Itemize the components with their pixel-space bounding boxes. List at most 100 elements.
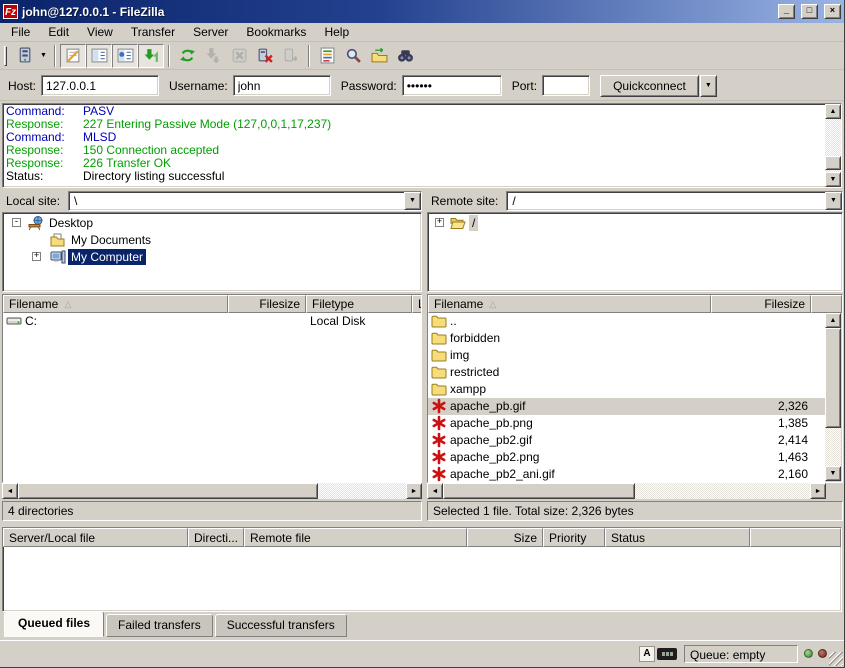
remote-site-value[interactable]: / <box>507 192 825 210</box>
local-site-value[interactable]: \ <box>69 192 404 210</box>
site-manager-button[interactable] <box>11 44 37 68</box>
column-direction[interactable]: Directi... <box>188 528 244 547</box>
remote-file-row[interactable]: img <box>428 347 825 364</box>
queue-body[interactable] <box>4 547 840 610</box>
title-bar[interactable]: Fz john@127.0.0.1 - FileZilla _ □ × <box>0 0 844 23</box>
combo-dropdown-icon[interactable]: ▼ <box>404 192 421 210</box>
tree-item-desktop[interactable]: - Desktop <box>3 215 421 232</box>
tree-item-label[interactable]: / <box>469 215 478 231</box>
menu-view[interactable]: View <box>78 23 122 41</box>
remote-file-row[interactable]: apache_pb.png 1,385 <box>428 415 825 432</box>
combo-dropdown-icon[interactable]: ▼ <box>825 192 842 210</box>
menu-edit[interactable]: Edit <box>39 23 78 41</box>
message-log[interactable]: Command:PASV Response:227 Entering Passi… <box>2 103 842 188</box>
remote-file-row[interactable]: apache_pb2.png 1,463 <box>428 449 825 466</box>
process-queue-button[interactable] <box>200 44 226 68</box>
collapse-icon[interactable]: - <box>12 218 21 227</box>
tab-failed-transfers[interactable]: Failed transfers <box>106 614 213 637</box>
transfer-queue[interactable]: Server/Local file Directi... Remote file… <box>2 527 842 612</box>
remote-h-scrollbar[interactable]: ◄ ► <box>427 483 826 499</box>
local-tree[interactable]: - Desktop My Documents + My Computer <box>2 212 422 292</box>
column-status[interactable]: Status <box>605 528 750 547</box>
column-filename[interactable]: Filename△ <box>3 295 228 313</box>
close-button[interactable]: × <box>824 4 841 19</box>
expand-icon[interactable]: + <box>435 218 444 227</box>
column-filesize[interactable]: Filesize <box>228 295 306 313</box>
minimize-button[interactable]: _ <box>778 4 795 19</box>
resize-grip[interactable] <box>829 652 843 666</box>
remote-file-row-selected[interactable]: apache_pb.gif 2,326 <box>428 398 825 415</box>
local-site-combo[interactable]: \ ▼ <box>68 191 422 211</box>
username-input[interactable] <box>233 75 331 96</box>
tree-item-label[interactable]: My Computer <box>68 249 146 265</box>
scroll-left-button[interactable]: ◄ <box>2 483 18 499</box>
tree-item-label[interactable]: Desktop <box>46 215 96 231</box>
scroll-left-button[interactable]: ◄ <box>427 483 443 499</box>
expand-icon[interactable]: + <box>32 252 41 261</box>
scroll-down-button[interactable]: ▼ <box>825 466 841 481</box>
column-server-local-file[interactable]: Server/Local file <box>3 528 188 547</box>
port-input[interactable] <box>542 75 590 96</box>
scroll-thumb[interactable] <box>825 156 841 170</box>
remote-file-row[interactable]: apache_pb2_ani.gif 2,160 <box>428 466 825 483</box>
password-input[interactable] <box>402 75 502 96</box>
local-list-body[interactable]: C: Local Disk <box>3 313 421 482</box>
datatype-icon[interactable]: A <box>639 646 655 662</box>
remote-site-combo[interactable]: / ▼ <box>506 191 843 211</box>
remote-file-row[interactable]: forbidden <box>428 330 825 347</box>
scroll-down-button[interactable]: ▼ <box>825 172 841 187</box>
reconnect-button[interactable] <box>278 44 304 68</box>
tree-item-my-documents[interactable]: My Documents <box>3 232 421 249</box>
column-filename[interactable]: Filename△ <box>428 295 711 313</box>
local-h-scrollbar[interactable]: ◄ ► <box>2 483 422 499</box>
column-filesize[interactable]: Filesize <box>711 295 811 313</box>
remote-file-row[interactable]: restricted <box>428 364 825 381</box>
maximize-button[interactable]: □ <box>801 4 818 19</box>
remote-file-row[interactable]: xampp <box>428 381 825 398</box>
refresh-button[interactable] <box>174 44 200 68</box>
tab-successful-transfers[interactable]: Successful transfers <box>215 614 347 637</box>
directory-comparison-button[interactable] <box>366 44 392 68</box>
host-input[interactable] <box>41 75 159 96</box>
site-manager-dropdown[interactable]: ▼ <box>37 44 50 68</box>
scroll-up-button[interactable]: ▲ <box>825 313 841 328</box>
toggle-remote-tree-button[interactable] <box>112 44 138 68</box>
scroll-right-button[interactable]: ► <box>810 483 826 499</box>
scroll-right-button[interactable]: ► <box>406 483 422 499</box>
remote-file-row[interactable]: .. <box>428 313 825 330</box>
column-size[interactable]: Size <box>467 528 543 547</box>
menu-server[interactable]: Server <box>184 23 237 41</box>
column-last-modified[interactable]: L <box>412 295 422 313</box>
scroll-thumb[interactable] <box>443 483 635 499</box>
log-scrollbar[interactable]: ▲ ▼ <box>825 104 841 187</box>
remote-v-scrollbar[interactable]: ▲ ▼ <box>825 313 841 481</box>
toggle-transfer-queue-button[interactable] <box>138 44 164 68</box>
tree-item-label[interactable]: My Documents <box>68 232 154 248</box>
quickconnect-dropdown[interactable]: ▼ <box>700 75 717 97</box>
toggle-local-tree-button[interactable] <box>86 44 112 68</box>
toggle-message-log-button[interactable] <box>60 44 86 68</box>
remote-file-row[interactable]: apache_pb2.gif 2,414 <box>428 432 825 449</box>
remote-list-body[interactable]: .. forbidden img restricted xampp <box>428 313 825 482</box>
remote-tree[interactable]: + / <box>427 212 843 292</box>
column-priority[interactable]: Priority <box>543 528 605 547</box>
quickconnect-button[interactable]: Quickconnect <box>600 75 699 97</box>
menu-bookmarks[interactable]: Bookmarks <box>237 23 315 41</box>
tree-item-root[interactable]: + / <box>428 215 842 232</box>
scroll-thumb[interactable] <box>825 328 841 428</box>
scroll-up-button[interactable]: ▲ <box>825 104 841 119</box>
disconnect-button[interactable] <box>252 44 278 68</box>
synchronized-browsing-button[interactable] <box>392 44 418 68</box>
menu-file[interactable]: File <box>2 23 39 41</box>
local-file-list[interactable]: Filename△ Filesize Filetype L C: Local D… <box>2 294 422 483</box>
directory-listing-filters-button[interactable] <box>314 44 340 68</box>
column-filetype[interactable]: Filetype <box>306 295 412 313</box>
tree-item-my-computer[interactable]: + My Computer <box>3 249 421 266</box>
remote-file-list[interactable]: Filename△ Filesize .. forbidden img <box>427 294 843 483</box>
toolbar-grip[interactable] <box>4 46 7 66</box>
file-search-button[interactable] <box>340 44 366 68</box>
menu-transfer[interactable]: Transfer <box>122 23 184 41</box>
local-file-row[interactable]: C: Local Disk <box>3 313 421 330</box>
column-remote-file[interactable]: Remote file <box>244 528 467 547</box>
cancel-operation-button[interactable] <box>226 44 252 68</box>
